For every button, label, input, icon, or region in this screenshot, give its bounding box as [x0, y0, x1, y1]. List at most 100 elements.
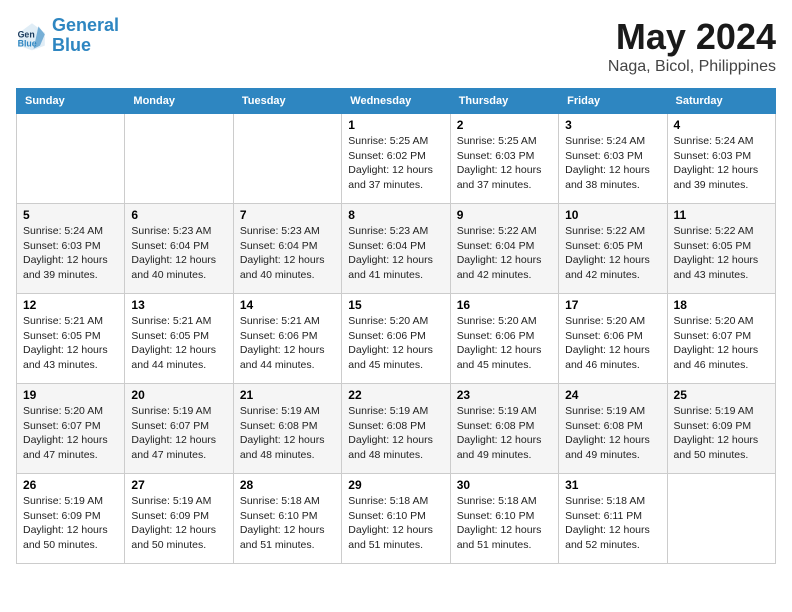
day-info: Sunrise: 5:23 AM Sunset: 6:04 PM Dayligh…: [240, 224, 335, 283]
day-info: Sunrise: 5:19 AM Sunset: 6:08 PM Dayligh…: [457, 404, 552, 463]
day-info: Sunrise: 5:21 AM Sunset: 6:06 PM Dayligh…: [240, 314, 335, 373]
day-number: 11: [674, 208, 769, 222]
header-cell-sunday: Sunday: [17, 89, 125, 114]
day-info: Sunrise: 5:24 AM Sunset: 6:03 PM Dayligh…: [565, 134, 660, 193]
header-cell-wednesday: Wednesday: [342, 89, 450, 114]
day-info: Sunrise: 5:19 AM Sunset: 6:08 PM Dayligh…: [240, 404, 335, 463]
day-cell: 3 Sunrise: 5:24 AM Sunset: 6:03 PM Daylig…: [559, 114, 667, 204]
day-number: 27: [131, 478, 226, 492]
day-cell: 26Sunrise: 5:19 AM Sunset: 6:09 PM Dayli…: [17, 474, 125, 564]
day-info: Sunrise: 5:22 AM Sunset: 6:05 PM Dayligh…: [674, 224, 769, 283]
main-title: May 2024: [608, 16, 776, 58]
day-number: 6: [131, 208, 226, 222]
day-number: 2: [457, 118, 552, 132]
day-cell: 16 Sunrise: 5:20 AM Sunset: 6:06 PM Dayli…: [450, 294, 558, 384]
day-cell: 30 Sunrise: 5:18 AM Sunset: 6:10 PM Dayli…: [450, 474, 558, 564]
day-info: Sunrise: 5:19 AM Sunset: 6:09 PM Dayligh…: [674, 404, 769, 463]
day-number: 24: [565, 388, 660, 402]
title-block: May 2024 Naga, Bicol, Philippines: [608, 16, 776, 76]
day-number: 14: [240, 298, 335, 312]
day-cell: 6Sunrise: 5:23 AM Sunset: 6:04 PM Daylig…: [125, 204, 233, 294]
day-number: 31: [565, 478, 660, 492]
day-number: 19: [23, 388, 118, 402]
day-info: Sunrise: 5:20 AM Sunset: 6:06 PM Dayligh…: [565, 314, 660, 373]
week-row-5: 26 Sunrise: 5:19 AM Sunset: 6:09 PM Dayli…: [17, 474, 776, 564]
day-cell: 21 Sunrise: 5:19 AM Sunset: 6:08 PM Dayli…: [233, 384, 341, 474]
day-number: 30: [457, 478, 552, 492]
day-cell: 12 Sunrise: 5:21 AM Sunset: 6:05 PM Dayli…: [17, 294, 125, 384]
day-cell: 19 Sunrise: 5:20 AM Sunset: 6:07 PM Dayli…: [17, 384, 125, 474]
day-cell: 10 Sunrise: 5:22 AM Sunset: 6:05 PM Dayli…: [559, 204, 667, 294]
day-info: Sunrise: 5:19 AM Sunset: 6:08 PM Dayligh…: [565, 404, 660, 463]
day-number: 28: [240, 478, 335, 492]
day-number: 9: [457, 208, 552, 222]
day-info: Sunrise: 5:20 AM Sunset: 6:07 PM Dayligh…: [23, 404, 118, 463]
day-cell: 2Sunrise: 5:25 AM Sunset: 6:03 PM Daylig…: [450, 114, 558, 204]
day-info: Sunrise: 5:21 AM Sunset: 6:05 PM Dayligh…: [131, 314, 226, 373]
header-cell-thursday: Thursday: [450, 89, 558, 114]
calendar-table: SundayMondayTuesdayWednesdayThursdayFrid…: [16, 88, 776, 564]
day-cell: 9 Sunrise: 5:22 AM Sunset: 6:04 PM Daylig…: [450, 204, 558, 294]
day-info: Sunrise: 5:20 AM Sunset: 6:07 PM Dayligh…: [674, 314, 769, 373]
header-cell-tuesday: Tuesday: [233, 89, 341, 114]
day-number: 4: [674, 118, 769, 132]
day-info: Sunrise: 5:21 AM Sunset: 6:05 PM Dayligh…: [23, 314, 118, 373]
day-cell: 25 Sunrise: 5:19 AM Sunset: 6:09 PM Dayli…: [667, 384, 775, 474]
logo-text: GeneralBlue: [52, 16, 119, 56]
day-info: Sunrise: 5:18 AM Sunset: 6:10 PM Dayligh…: [457, 494, 552, 553]
day-info: Sunrise: 5:20 AM Sunset: 6:06 PM Dayligh…: [348, 314, 443, 373]
day-cell: 11 Sunrise: 5:22 AM Sunset: 6:05 PM Dayli…: [667, 204, 775, 294]
day-info: Sunrise: 5:23 AM Sunset: 6:04 PM Dayligh…: [348, 224, 443, 283]
day-number: 12: [23, 298, 118, 312]
day-info: Sunrise: 5:19 AM Sunset: 6:09 PM Dayligh…: [131, 494, 226, 553]
page-header: Gen Blue GeneralBlue May 2024 Naga, Bico…: [16, 16, 776, 76]
day-info: Sunrise: 5:22 AM Sunset: 6:04 PM Dayligh…: [457, 224, 552, 283]
day-cell: [667, 474, 775, 564]
day-cell: [125, 114, 233, 204]
day-number: 29: [348, 478, 443, 492]
day-cell: [17, 114, 125, 204]
day-cell: 18 Sunrise: 5:20 AM Sunset: 6:07 PM Dayli…: [667, 294, 775, 384]
day-number: 21: [240, 388, 335, 402]
day-cell: 31 Sunrise: 5:18 AM Sunset: 6:11 PM Dayli…: [559, 474, 667, 564]
day-number: 25: [674, 388, 769, 402]
day-cell: 5Sunrise: 5:24 AM Sunset: 6:03 PM Daylig…: [17, 204, 125, 294]
day-cell: 29 Sunrise: 5:18 AM Sunset: 6:10 PM Dayli…: [342, 474, 450, 564]
day-cell: 27 Sunrise: 5:19 AM Sunset: 6:09 PM Dayli…: [125, 474, 233, 564]
week-row-4: 19 Sunrise: 5:20 AM Sunset: 6:07 PM Dayli…: [17, 384, 776, 474]
day-number: 1: [348, 118, 443, 132]
day-cell: [233, 114, 341, 204]
day-number: 3: [565, 118, 660, 132]
svg-text:Blue: Blue: [18, 38, 37, 48]
day-info: Sunrise: 5:18 AM Sunset: 6:11 PM Dayligh…: [565, 494, 660, 553]
day-info: Sunrise: 5:18 AM Sunset: 6:10 PM Dayligh…: [348, 494, 443, 553]
day-number: 15: [348, 298, 443, 312]
week-row-2: 5Sunrise: 5:24 AM Sunset: 6:03 PM Daylig…: [17, 204, 776, 294]
day-number: 18: [674, 298, 769, 312]
day-number: 13: [131, 298, 226, 312]
day-number: 16: [457, 298, 552, 312]
day-info: Sunrise: 5:18 AM Sunset: 6:10 PM Dayligh…: [240, 494, 335, 553]
day-info: Sunrise: 5:20 AM Sunset: 6:06 PM Dayligh…: [457, 314, 552, 373]
day-info: Sunrise: 5:22 AM Sunset: 6:05 PM Dayligh…: [565, 224, 660, 283]
day-number: 17: [565, 298, 660, 312]
day-number: 10: [565, 208, 660, 222]
day-cell: 7 Sunrise: 5:23 AM Sunset: 6:04 PM Daylig…: [233, 204, 341, 294]
day-number: 22: [348, 388, 443, 402]
logo-icon: Gen Blue: [16, 20, 48, 52]
day-number: 7: [240, 208, 335, 222]
day-cell: 24 Sunrise: 5:19 AM Sunset: 6:08 PM Dayli…: [559, 384, 667, 474]
day-cell: 22Sunrise: 5:19 AM Sunset: 6:08 PM Dayli…: [342, 384, 450, 474]
day-number: 26: [23, 478, 118, 492]
day-cell: 8 Sunrise: 5:23 AM Sunset: 6:04 PM Daylig…: [342, 204, 450, 294]
week-row-1: 1Sunrise: 5:25 AM Sunset: 6:02 PM Daylig…: [17, 114, 776, 204]
logo: Gen Blue GeneralBlue: [16, 16, 119, 56]
day-cell: 20Sunrise: 5:19 AM Sunset: 6:07 PM Dayli…: [125, 384, 233, 474]
week-row-3: 12 Sunrise: 5:21 AM Sunset: 6:05 PM Dayli…: [17, 294, 776, 384]
day-info: Sunrise: 5:19 AM Sunset: 6:07 PM Dayligh…: [131, 404, 226, 463]
day-cell: 1Sunrise: 5:25 AM Sunset: 6:02 PM Daylig…: [342, 114, 450, 204]
day-info: Sunrise: 5:24 AM Sunset: 6:03 PM Dayligh…: [674, 134, 769, 193]
day-number: 8: [348, 208, 443, 222]
day-cell: 14 Sunrise: 5:21 AM Sunset: 6:06 PM Dayli…: [233, 294, 341, 384]
day-info: Sunrise: 5:24 AM Sunset: 6:03 PM Dayligh…: [23, 224, 118, 283]
